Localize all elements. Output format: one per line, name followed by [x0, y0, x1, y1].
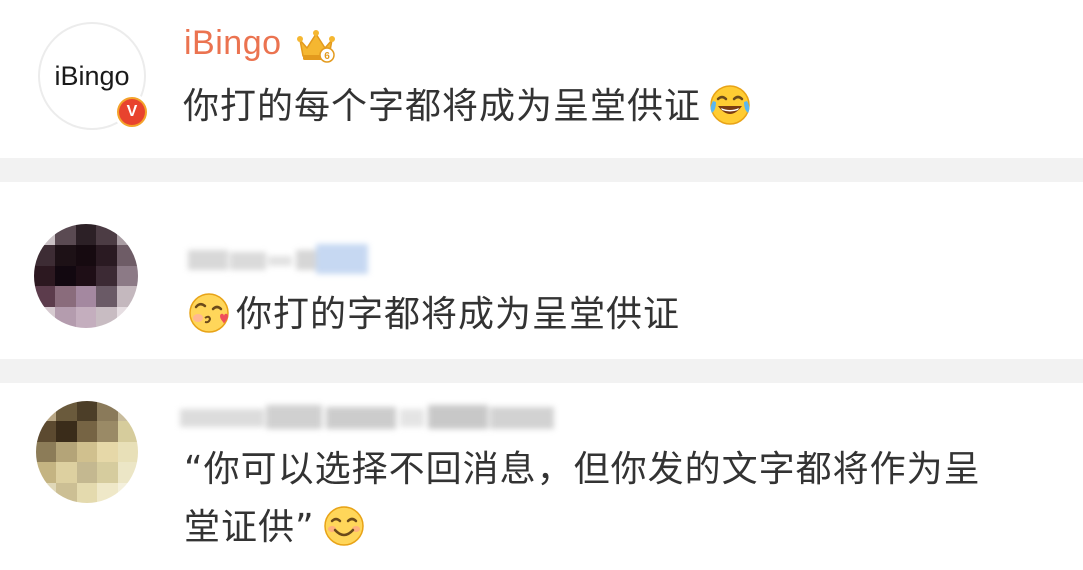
comment-text-content: 你打的每个字都将成为呈堂供证	[183, 86, 702, 127]
comment-item[interactable]: iBingo V iBingo 6 你打的每个字都将成为呈堂供证	[0, 0, 1083, 158]
separator	[0, 359, 1083, 383]
avatar[interactable]	[20, 210, 152, 342]
comment-item[interactable]: “你可以选择不回消息，但你发的文字都将作为呈 堂证供”	[0, 383, 1083, 570]
blurred-username[interactable]	[180, 397, 564, 431]
grinning-emoji-icon	[323, 506, 364, 546]
comment-text: 你打的字都将成为呈堂供证	[186, 286, 680, 344]
comment-list: iBingo V iBingo 6 你打的每个字都将成为呈堂供证 你打的字都将成…	[0, 0, 1083, 570]
blurred-username[interactable]	[188, 242, 378, 276]
comment-text-line: 堂证供”	[184, 499, 1064, 557]
comment-text: “你可以选择不回消息，但你发的文字都将作为呈 堂证供”	[184, 441, 1064, 557]
comment-text-line-content: 堂证供”	[184, 507, 315, 548]
avatar[interactable]: iBingo V	[38, 22, 150, 130]
username[interactable]: iBingo	[184, 24, 282, 63]
comment-item[interactable]: 你打的字都将成为呈堂供证	[0, 182, 1083, 359]
vip-level: 6	[324, 51, 330, 62]
avatar-text: iBingo	[54, 60, 130, 91]
verified-badge-label: V	[119, 99, 145, 125]
blowing-kiss-emoji-icon	[189, 293, 229, 333]
avatar[interactable]	[24, 391, 148, 515]
vip-crown-icon: 6	[297, 30, 335, 63]
comment-text: 你打的每个字都将成为呈堂供证	[183, 78, 753, 136]
comment-text-content: 你打的字都将成为呈堂供证	[236, 294, 681, 335]
verified-badge: V	[114, 94, 150, 130]
comment-text-line: “你可以选择不回消息，但你发的文字都将作为呈	[184, 449, 981, 490]
separator	[0, 158, 1083, 182]
laugh-cry-emoji-icon	[710, 85, 750, 125]
